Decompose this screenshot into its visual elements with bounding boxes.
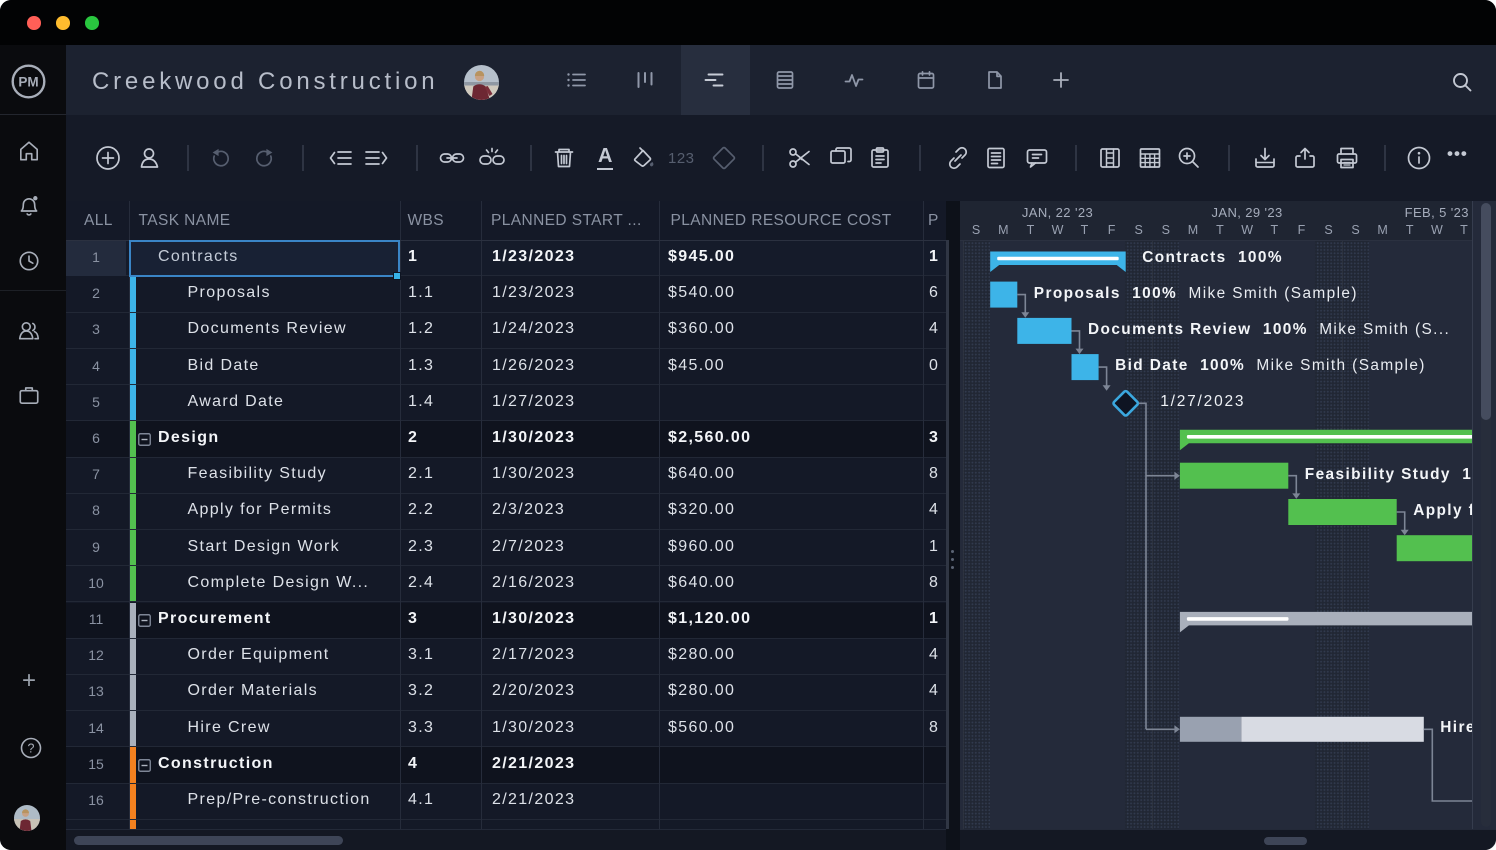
svg-text:?: ? <box>27 742 34 756</box>
svg-text:PM: PM <box>18 74 38 89</box>
